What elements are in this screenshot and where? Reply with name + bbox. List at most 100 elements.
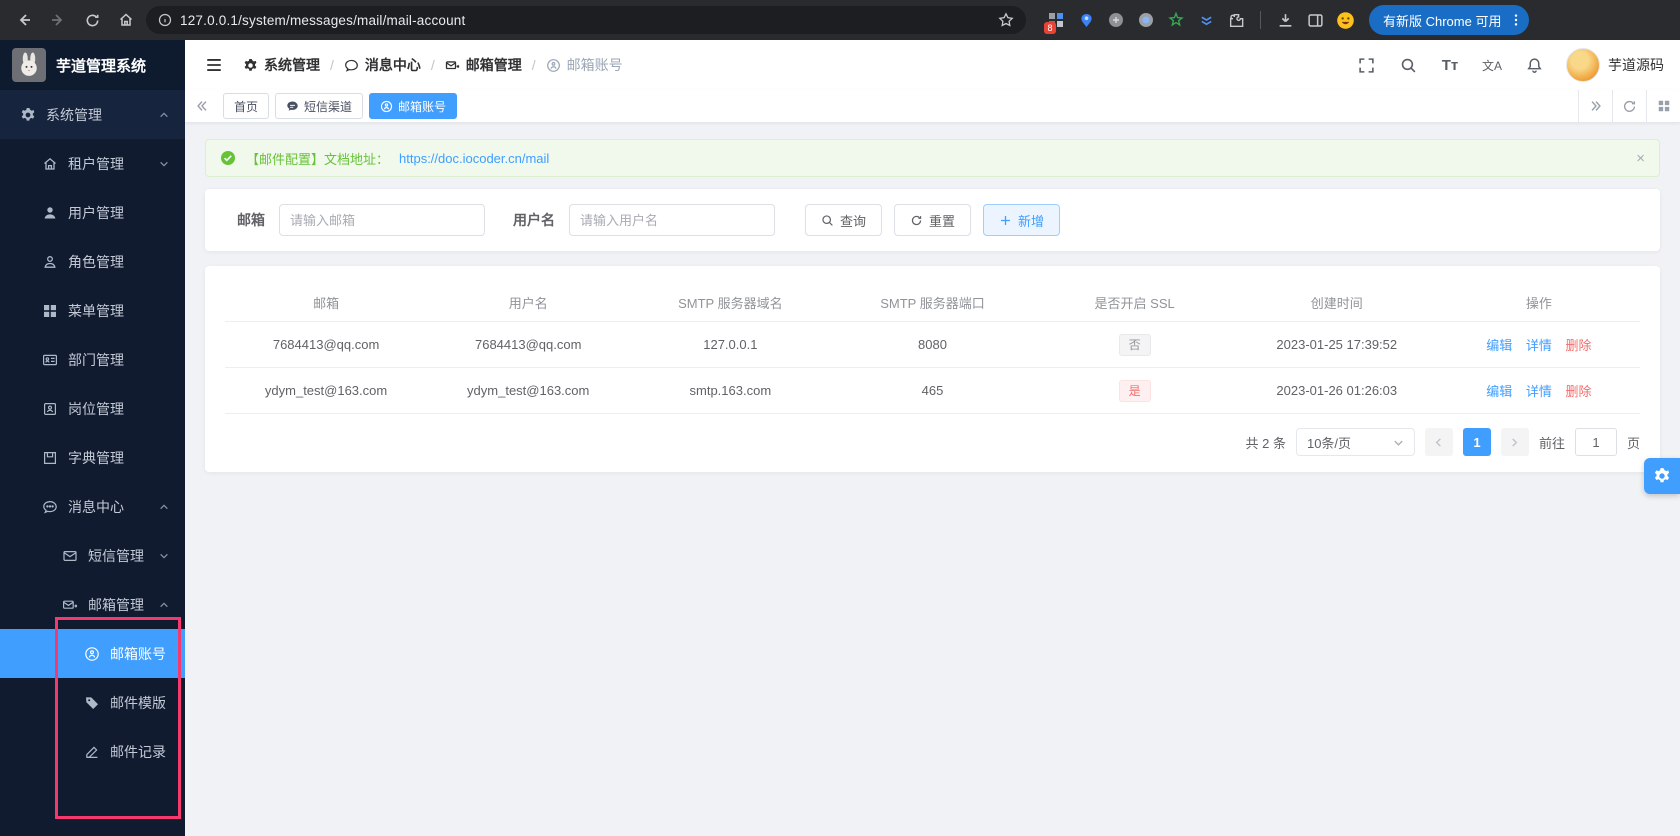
sidebar-item-tenant-management[interactable]: 租户管理 <box>0 139 185 188</box>
browser-back-icon[interactable] <box>10 6 38 34</box>
cell-created: 2023-01-25 17:39:52 <box>1276 337 1398 352</box>
sidebar-item-mail-template[interactable]: 邮件模版 <box>0 678 185 727</box>
fullscreen-icon[interactable] <box>1356 55 1376 75</box>
home-icon <box>42 156 58 172</box>
chat-lines-icon <box>286 100 299 113</box>
layout-grid-icon[interactable] <box>1646 90 1680 122</box>
browser-reload-icon[interactable] <box>78 6 106 34</box>
theme-settings-button[interactable] <box>1644 458 1680 494</box>
tab-sms-channel[interactable]: 短信渠道 <box>275 93 364 119</box>
col-header-email: 邮箱 <box>313 296 340 311</box>
email-label: 邮箱 <box>237 212 265 228</box>
col-header-smtp-port: SMTP 服务器端口 <box>880 296 985 311</box>
sidebar-item-label: 租户管理 <box>68 155 124 172</box>
bell-icon[interactable] <box>1524 55 1544 75</box>
tab-label: 短信渠道 <box>304 99 353 114</box>
email-input[interactable] <box>279 204 485 236</box>
gear-icon <box>1654 468 1670 483</box>
side-panel-icon[interactable] <box>1305 10 1325 30</box>
prev-page-button[interactable] <box>1424 428 1453 456</box>
font-size-icon[interactable]: Tт <box>1440 55 1460 75</box>
doc-alert: 【邮件配置】文档地址： https://doc.iocoder.cn/mail … <box>205 139 1660 177</box>
doc-link[interactable]: https://doc.iocoder.cn/mail <box>399 151 549 166</box>
breadcrumb: 系统管理 / 消息中心 / 邮箱管理 / 邮箱账号 <box>243 55 623 75</box>
language-icon[interactable]: 文A <box>1482 55 1502 75</box>
add-button[interactable]: 新增 <box>983 204 1061 236</box>
cell-email: ydym_test@163.com <box>264 383 388 398</box>
gear-icon <box>243 58 258 73</box>
delete-link[interactable]: 删除 <box>1566 338 1592 353</box>
kebab-menu-icon[interactable] <box>1509 13 1523 27</box>
detail-link[interactable]: 详情 <box>1526 338 1552 353</box>
account-circle-icon <box>546 58 561 73</box>
sidebar-item-mail-management[interactable]: 邮箱管理 <box>0 580 185 629</box>
sidebar-item-dept-management[interactable]: 部门管理 <box>0 335 185 384</box>
search-icon[interactable] <box>1398 55 1418 75</box>
query-button[interactable]: 查询 <box>805 204 883 236</box>
user-menu[interactable]: 芋道源码 <box>1566 48 1664 82</box>
extension-icon-grid[interactable]: 8 <box>1044 10 1066 34</box>
sidebar-item-message-center[interactable]: 消息中心 <box>0 482 185 531</box>
sidebar-item-mail-log[interactable]: 邮件记录 <box>0 727 185 776</box>
chrome-update-button[interactable]: 有新版 Chrome 可用 <box>1369 5 1530 35</box>
extension-icon-balloon[interactable] <box>1076 10 1096 30</box>
extension-icon-round-1[interactable] <box>1106 10 1126 30</box>
sidebar-toggle-icon[interactable] <box>199 50 229 80</box>
breadcrumb-item-system[interactable]: 系统管理 <box>243 55 320 75</box>
extension-icon-green-star[interactable] <box>1166 10 1186 30</box>
tab-home[interactable]: 首页 <box>223 93 270 119</box>
app-logo-row[interactable]: 芋道管理系统 <box>0 40 185 90</box>
extensions-puzzle-icon[interactable] <box>1226 10 1246 30</box>
breadcrumb-item-mail-management[interactable]: 邮箱管理 <box>445 55 522 75</box>
next-page-button[interactable] <box>1500 428 1529 456</box>
ssl-tag: 是 <box>1118 379 1151 402</box>
sidebar-item-dict-management[interactable]: 字典管理 <box>0 433 185 482</box>
bookmark-star-icon[interactable] <box>998 12 1014 28</box>
sidebar-item-post-management[interactable]: 岗位管理 <box>0 384 185 433</box>
sidebar-item-role-management[interactable]: 角色管理 <box>0 237 185 286</box>
tags-view-bar: 首页 短信渠道 邮箱账号 <box>185 90 1680 123</box>
sidebar-item-menu-management[interactable]: 菜单管理 <box>0 286 185 335</box>
delete-link[interactable]: 删除 <box>1566 384 1592 399</box>
sidebar-item-label: 菜单管理 <box>68 302 124 319</box>
breadcrumb-item-message-center[interactable]: 消息中心 <box>344 55 421 75</box>
goto-page-input[interactable] <box>1574 428 1617 456</box>
reset-button[interactable]: 重置 <box>894 204 972 236</box>
page-content: 【邮件配置】文档地址： https://doc.iocoder.cn/mail … <box>185 123 1680 836</box>
profile-emoji-icon[interactable] <box>1335 10 1355 30</box>
edit-link[interactable]: 编辑 <box>1486 338 1512 353</box>
page-unit-label: 页 <box>1626 435 1640 451</box>
browser-forward-icon[interactable] <box>44 6 72 34</box>
downloads-icon[interactable] <box>1275 10 1295 30</box>
chevron-down-icon <box>1394 440 1403 446</box>
col-header-ssl: 是否开启 SSL <box>1094 296 1175 311</box>
alert-close-icon[interactable]: × <box>1636 150 1645 167</box>
tabs-scroll-right-icon[interactable] <box>1578 90 1612 122</box>
detail-link[interactable]: 详情 <box>1526 384 1552 399</box>
sidebar-item-sms-management[interactable]: 短信管理 <box>0 531 185 580</box>
chrome-divider <box>1260 11 1261 29</box>
username-input[interactable] <box>569 204 775 236</box>
sidebar-menu: 系统管理 租户管理 用户管理 角色管理 菜单管理 部门管理 岗位管理 字典管理 … <box>0 90 185 836</box>
address-bar[interactable]: 127.0.0.1/system/messages/mail/mail-acco… <box>146 6 1026 34</box>
search-form: 邮箱 用户名 查询 重置 新增 <box>205 189 1660 251</box>
person-outline-icon <box>42 254 58 270</box>
tab-mail-account[interactable]: 邮箱账号 <box>369 93 458 119</box>
edit-link[interactable]: 编辑 <box>1486 384 1512 399</box>
extension-icon-blue-chevrons[interactable] <box>1196 10 1216 30</box>
tab-label: 首页 <box>234 99 259 114</box>
sidebar-item-system-management[interactable]: 系统管理 <box>0 90 185 139</box>
extension-icon-round-2[interactable] <box>1136 10 1156 30</box>
page-size-select[interactable]: 10条/页 <box>1295 428 1415 456</box>
sidebar-item-label: 邮箱账号 <box>110 645 166 662</box>
sidebar-item-mail-account[interactable]: 邮箱账号 <box>0 629 185 678</box>
sidebar-item-label: 岗位管理 <box>68 400 124 417</box>
browser-home-icon[interactable] <box>112 6 140 34</box>
page-number-button[interactable]: 1 <box>1462 428 1491 456</box>
sidebar-item-label: 邮件模版 <box>110 694 166 711</box>
tabs-scroll-left-icon[interactable] <box>185 90 219 122</box>
sidebar-item-user-management[interactable]: 用户管理 <box>0 188 185 237</box>
tag-icon <box>84 695 100 711</box>
chevron-up-icon <box>159 110 169 120</box>
refresh-page-icon[interactable] <box>1612 90 1646 122</box>
